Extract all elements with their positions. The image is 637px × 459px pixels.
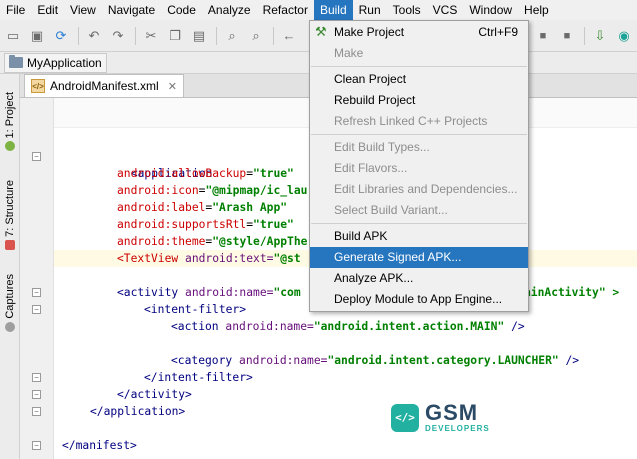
menu-item-generate-signed-apk[interactable]: Generate Signed APK... [310,247,528,268]
copy-icon[interactable]: ❐ [164,25,186,47]
save-all-icon[interactable]: ▣ [26,25,48,47]
redo-icon[interactable]: ↷ [107,25,129,47]
tab-captures[interactable]: Captures [1,274,19,332]
sync-icon[interactable]: ⟳ [50,25,72,47]
menu-item-clean-project[interactable]: Clean Project [310,69,528,90]
folder-icon [9,55,23,68]
menu-item-analyze-apk[interactable]: Analyze APK... [310,268,528,289]
code-line: android:icon="@mipmap/ic_lau [117,184,308,197]
stop-icon-2[interactable]: ■ [556,25,578,47]
logo-sub-text: DEVELOPERS [425,424,490,433]
hammer-icon: ⚒ [315,24,327,39]
code-line: </application> [90,405,186,418]
fold-icon[interactable]: − [32,390,41,399]
undo-icon[interactable]: ↶ [83,25,105,47]
menu-tools[interactable]: Tools [387,0,427,20]
code-line: <activity android:name="com [117,286,301,299]
menu-item-build-apk[interactable]: Build APK [310,226,528,247]
gsm-developers-logo: </> GSM DEVELOPERS [391,402,490,433]
menu-vcs[interactable]: VCS [427,0,464,20]
tab-filename: AndroidManifest.xml [50,79,159,93]
menu-run[interactable]: Run [353,0,387,20]
toolbar-separator [216,26,217,45]
toolbar-separator [584,26,585,45]
back-icon[interactable]: ← [278,25,300,47]
fold-icon[interactable]: − [32,305,41,314]
menu-separator [311,223,527,224]
code-line: android:label="Arash App" [117,201,288,214]
menu-build[interactable]: Build [313,0,353,20]
structure-icon [5,239,15,250]
fold-icon[interactable]: − [32,288,41,297]
tab-project[interactable]: 1: Project [1,92,19,152]
logo-text: GSM DEVELOPERS [425,402,490,433]
toolbar-separator [78,26,79,45]
left-tool-strip: 1: Project 7: Structure Captures [0,74,20,459]
code-line: </manifest> [62,439,137,452]
menu-item-make: Make [334,46,364,60]
toolbar-separator [273,26,274,45]
menu-analyze[interactable]: Analyze [202,0,257,20]
stop-icon[interactable]: ■ [532,25,554,47]
code-line: </intent-filter> [144,371,253,384]
menu-item-make-project[interactable]: ⚒ Make Project Ctrl+F9 [310,22,528,43]
code-line: <application [130,167,213,180]
fold-icon[interactable]: − [32,152,41,161]
menu-view[interactable]: View [64,0,102,20]
menu-item-deploy-module[interactable]: Deploy Module to App Engine... [310,289,528,310]
menu-item-refresh-cpp: Refresh Linked C++ Projects [334,114,488,128]
menu-bar: File Edit View Navigate Code Analyze Ref… [0,0,637,20]
fold-icon[interactable]: − [32,407,41,416]
project-name: MyApplication [27,55,102,70]
fold-icon[interactable]: − [32,441,41,450]
android-monitor-icon[interactable]: ◉ [613,25,635,47]
code-line: android:theme="@style/AppThe [117,235,308,248]
line-gutter: − − − − − − − [20,98,54,459]
menu-item-label: Make Project [334,25,405,39]
menu-window[interactable]: Window [463,0,518,20]
breadcrumb-project[interactable]: MyApplication [4,52,107,73]
menu-item-select-build-variant: Select Build Variant... [334,203,448,217]
menu-navigate[interactable]: Navigate [102,0,161,20]
xml-file-icon: </> [31,79,45,93]
shortcut-label: Ctrl+F9 [478,25,518,39]
code-line: </activity> [117,388,192,401]
replace-icon[interactable]: ⌕ [245,25,267,47]
menu-item-edit-libraries: Edit Libraries and Dependencies... [334,182,518,196]
code-line: <intent-filter> [144,303,247,316]
android-icon [5,141,15,152]
tab-captures-label: Captures [4,274,16,319]
menu-refactor[interactable]: Refactor [257,0,314,20]
captures-icon [5,321,15,332]
tab-structure-label: 7: Structure [4,180,16,237]
find-icon[interactable]: ⌕ [221,25,243,47]
close-icon[interactable]: ✕ [168,80,177,93]
code-line-tail: ainActivity" > [524,286,620,299]
fold-icon[interactable]: − [32,373,41,382]
tab-structure[interactable]: 7: Structure [1,180,19,250]
sdk-manager-icon[interactable]: ⇩ [589,25,611,47]
menu-item-edit-flavors: Edit Flavors... [334,161,408,175]
menu-separator [311,134,527,135]
tab-project-label: 1: Project [4,92,16,139]
menu-separator [311,66,527,67]
tab-androidmanifest[interactable]: </> AndroidManifest.xml ✕ [24,74,184,97]
menu-file[interactable]: File [0,0,31,20]
logo-main-text: GSM [425,400,479,425]
toolbar-separator [135,26,136,45]
code-badge-icon: </> [391,403,419,432]
menu-item-edit-build-types: Edit Build Types... [334,140,430,154]
code-line: <action android:name="android.intent.act… [171,320,525,333]
paste-icon[interactable]: ▤ [188,25,210,47]
build-menu-dropdown: ⚒ Make Project Ctrl+F9 Make Clean Projec… [309,20,529,312]
cut-icon[interactable]: ✂ [140,25,162,47]
code-line: android:allowBackup="true" [117,167,294,180]
open-folder-icon[interactable]: ▭ [2,25,24,47]
menu-edit[interactable]: Edit [31,0,64,20]
code-line: <category android:name="android.intent.c… [171,354,580,367]
menu-help[interactable]: Help [518,0,555,20]
menu-code[interactable]: Code [161,0,202,20]
menu-item-rebuild-project[interactable]: Rebuild Project [310,90,528,111]
code-line: android:supportsRtl="true" [117,218,294,231]
